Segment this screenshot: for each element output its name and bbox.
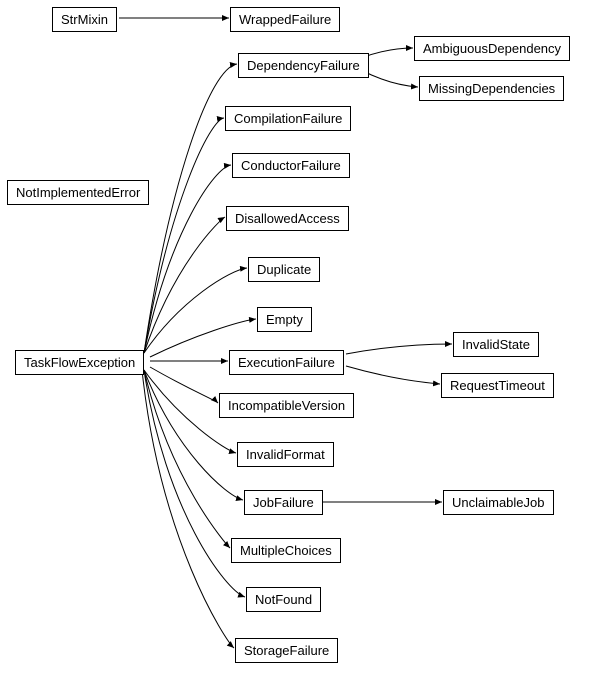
node-dependencyfailure: DependencyFailure: [238, 53, 369, 78]
node-empty: Empty: [257, 307, 312, 332]
node-missingdependencies: MissingDependencies: [419, 76, 564, 101]
node-taskflowexception: TaskFlowException: [15, 350, 144, 375]
node-wrappedfailure: WrappedFailure: [230, 7, 340, 32]
node-unclaimablejob: UnclaimableJob: [443, 490, 554, 515]
node-notimplementederror: NotImplementedError: [7, 180, 149, 205]
node-conductorfailure: ConductorFailure: [232, 153, 350, 178]
node-storagefailure: StorageFailure: [235, 638, 338, 663]
node-executionfailure: ExecutionFailure: [229, 350, 344, 375]
node-strmixin: StrMixin: [52, 7, 117, 32]
node-requesttimeout: RequestTimeout: [441, 373, 554, 398]
node-compilationfailure: CompilationFailure: [225, 106, 351, 131]
node-invalidstate: InvalidState: [453, 332, 539, 357]
node-ambiguousdependency: AmbiguousDependency: [414, 36, 570, 61]
node-duplicate: Duplicate: [248, 257, 320, 282]
node-incompatibleversion: IncompatibleVersion: [219, 393, 354, 418]
node-disallowedaccess: DisallowedAccess: [226, 206, 349, 231]
node-jobfailure: JobFailure: [244, 490, 323, 515]
node-notfound: NotFound: [246, 587, 321, 612]
node-invalidformat: InvalidFormat: [237, 442, 334, 467]
node-multiplechoices: MultipleChoices: [231, 538, 341, 563]
